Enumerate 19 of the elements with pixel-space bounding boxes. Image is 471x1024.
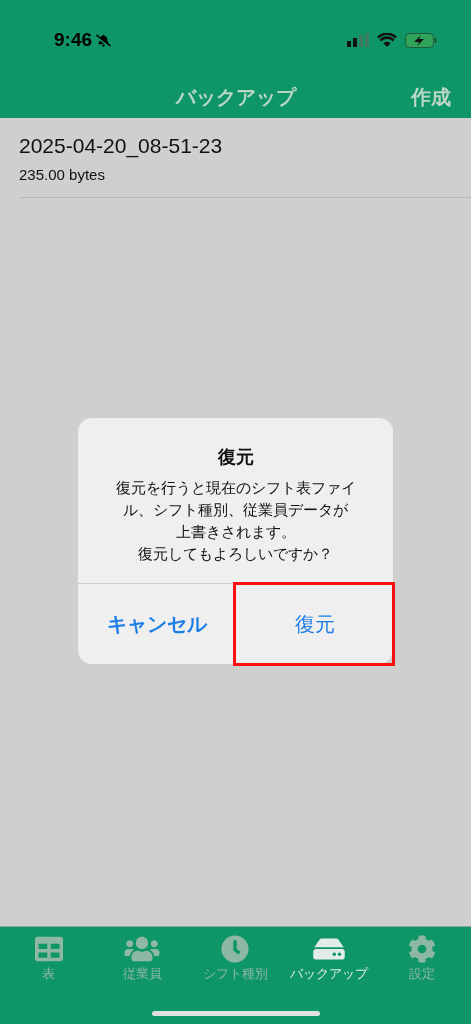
create-button[interactable]: 作成	[411, 82, 451, 112]
status-time: 9:46	[54, 27, 93, 52]
wifi-icon	[377, 33, 397, 47]
bell-muted-icon	[96, 32, 112, 48]
tab-item[interactable]: 表	[3, 927, 94, 980]
tab-item[interactable]: 従業員	[97, 927, 188, 980]
signal-icon	[347, 33, 369, 47]
tab-item[interactable]: 設定	[377, 927, 468, 980]
tab-item[interactable]: バックアップ	[283, 927, 374, 980]
cancel-button[interactable]: キャンセル	[78, 584, 235, 664]
nav-title: バックアップ	[175, 85, 296, 110]
backup-name: 2025-04-20_08-51-23	[19, 133, 224, 160]
tab-item[interactable]: シフト種別	[190, 927, 281, 980]
backup-row[interactable]: 2025-04-20_08-51-23 235.00 bytes	[19, 118, 471, 198]
dialog-message: 復元を行うと現在のシフト表ファイル、シフト種別、従業員データが 上書きされます。 復元してもよろしいですか？	[114, 479, 357, 564]
dialog-title: 復元	[217, 446, 254, 469]
battery-charging-icon	[405, 32, 437, 48]
restore-button[interactable]: 復元	[235, 584, 393, 664]
backup-size: 235.00 bytes	[19, 164, 106, 185]
